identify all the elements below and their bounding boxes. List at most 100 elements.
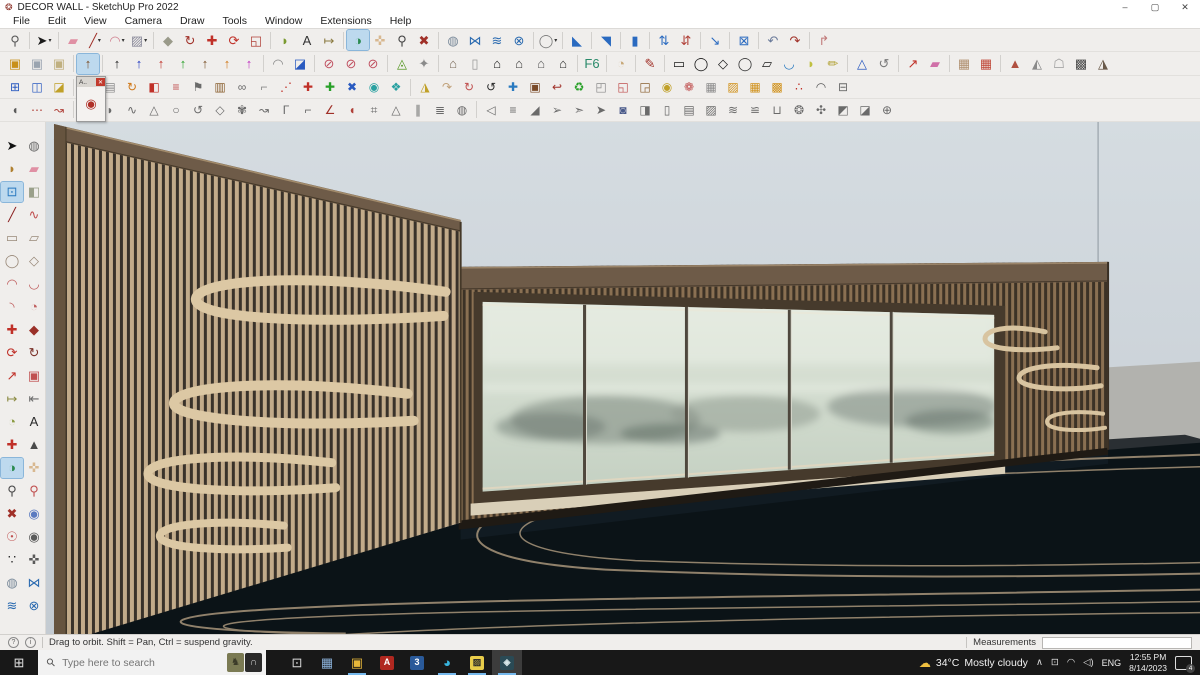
menu-tools[interactable]: Tools — [213, 15, 256, 27]
two-point-arc-tool[interactable]: ◡ — [23, 274, 45, 294]
position-camera[interactable]: ☉ — [1, 527, 23, 547]
jpp-extrude-x[interactable]: ↑ — [216, 54, 238, 74]
cube-rotate-brown[interactable]: ◲ — [634, 77, 656, 97]
dotted-curve-red[interactable]: ⋰ — [275, 77, 297, 97]
rotate-tool[interactable]: ⟳ — [223, 30, 245, 50]
tape-measure-tool[interactable]: ↦ — [1, 389, 23, 409]
draw-spiral[interactable]: ↺ — [873, 54, 895, 74]
eraser-tool[interactable]: ▰ — [23, 159, 45, 179]
louver-stack[interactable]: ≡ — [502, 100, 524, 120]
text-tool[interactable]: A — [296, 30, 318, 50]
viewport-3d-scene[interactable] — [46, 121, 1200, 635]
wood-crate[interactable]: ▥ — [209, 77, 231, 97]
jpp-normal-n[interactable]: ↑ — [194, 54, 216, 74]
door-panel[interactable]: ▯ — [656, 100, 678, 120]
draw-arc-blue[interactable]: ◡ — [778, 54, 800, 74]
push-pull-tool[interactable]: ◆ — [23, 320, 45, 340]
follow-me-tool[interactable]: ↻ — [23, 343, 45, 363]
ext-flip-right[interactable]: ◥ — [595, 30, 617, 50]
water-drop[interactable]: ◉ — [363, 77, 385, 97]
ext-redo-curve[interactable]: ↷ — [784, 30, 806, 50]
angle-tool[interactable]: ∠ — [319, 100, 341, 120]
teams-tray-icon[interactable]: ⊡ — [1051, 657, 1059, 668]
hatch-panel[interactable]: ▨ — [700, 100, 722, 120]
recycle-green[interactable]: ♻ — [568, 77, 590, 97]
fredo6-tools[interactable]: F6 — [581, 54, 603, 74]
pie-tool[interactable]: ◔ — [23, 297, 45, 317]
sticky-notes-app[interactable]: ▨ — [462, 650, 492, 675]
jpp-normal[interactable]: ↑ — [106, 54, 128, 74]
close-button[interactable]: ✕ — [1170, 0, 1200, 15]
cage-grid[interactable]: ⌗ — [363, 100, 385, 120]
taskbar-search[interactable]: ⚲ ♞ ∩ — [38, 650, 266, 675]
draw-rectangle[interactable]: ▭ — [668, 54, 690, 74]
walk-tool[interactable]: ∵ — [1, 550, 23, 570]
ext-undo-curve[interactable]: ↶ — [762, 30, 784, 50]
axes-tool[interactable]: ✚ — [1, 435, 23, 455]
section-outline-toggle[interactable]: ⊗ — [23, 596, 45, 616]
jpp-round[interactable]: ↑ — [150, 54, 172, 74]
loop-curve[interactable]: ↺ — [187, 100, 209, 120]
zigzag-panel[interactable]: ≋ — [722, 100, 744, 120]
sandbox-smoove[interactable]: ▲ — [1004, 54, 1026, 74]
wedge-left[interactable]: ◁ — [480, 100, 502, 120]
arc-tool[interactable]: ◠ — [1, 274, 23, 294]
search-input[interactable] — [62, 656, 181, 669]
corner-t[interactable]: ⌐ — [297, 100, 319, 120]
sandbox-from-contours[interactable]: ▦ — [953, 54, 975, 74]
jpp-vector[interactable]: ↑ — [172, 54, 194, 74]
u-channel[interactable]: ⊔ — [766, 100, 788, 120]
menu-edit[interactable]: Edit — [39, 15, 75, 27]
zoom-tool[interactable]: ⚲ — [391, 30, 413, 50]
corner-grid[interactable]: ⊟ — [832, 77, 854, 97]
disable-a[interactable]: ⊘ — [318, 54, 340, 74]
speech-shape[interactable]: ◖ — [4, 100, 26, 120]
notification-center-icon[interactable]: 4 — [1175, 655, 1195, 673]
arrow-wave[interactable]: ↝ — [253, 100, 275, 120]
orange-swirl[interactable]: ↻ — [121, 77, 143, 97]
zoom-window-tool[interactable]: ⚲ — [4, 30, 26, 50]
wood-bin[interactable]: ▣ — [524, 77, 546, 97]
pan-tool[interactable]: ✜ — [23, 458, 45, 478]
yellow-triangle[interactable]: ◮ — [414, 77, 436, 97]
minimize-button[interactable]: – — [1110, 0, 1140, 15]
maximize-button[interactable]: ▢ — [1140, 0, 1170, 15]
dotted-path-red[interactable]: ⋯ — [26, 100, 48, 120]
striped-fan-2[interactable]: ◪ — [854, 100, 876, 120]
freehand-tool[interactable]: ∿ — [23, 205, 45, 225]
line-tool[interactable]: ╱ — [1, 205, 23, 225]
jpp-joint[interactable]: ↑ — [128, 54, 150, 74]
sandbox-mesh-tri[interactable]: ◮ — [1092, 54, 1114, 74]
pipes-thin[interactable]: ∥ — [407, 100, 429, 120]
striped-wedge[interactable]: ◨ — [634, 100, 656, 120]
curviloft-surface[interactable]: ◠ — [267, 54, 289, 74]
headphones-thumb[interactable]: ∩ — [245, 653, 262, 673]
rectangle-tool[interactable]: ▨ ▾ — [128, 30, 150, 50]
taskbar-clock[interactable]: 12:55 PM 8/14/2023 — [1129, 652, 1167, 672]
dimension-tool[interactable]: ⇤ — [23, 389, 45, 409]
scale-tool[interactable]: ◱ — [245, 30, 267, 50]
draw-circle[interactable]: ◯ — [690, 54, 712, 74]
menu-camera[interactable]: Camera — [116, 15, 171, 27]
house-solid[interactable]: ⌂ — [486, 54, 508, 74]
move-tool[interactable]: ✚ — [1, 320, 23, 340]
zoom-extents-tool[interactable]: ✖ — [413, 30, 435, 50]
edge-app[interactable]: ◕ — [432, 650, 462, 675]
layer-blue[interactable]: ◫ — [26, 77, 48, 97]
house-outline[interactable]: ⌂ — [530, 54, 552, 74]
language-indicator[interactable]: ENG — [1102, 658, 1122, 668]
louver-curve[interactable]: ≌ — [744, 100, 766, 120]
autocad-app[interactable]: A — [372, 650, 402, 675]
text-tool[interactable]: A — [23, 412, 45, 432]
menu-draw[interactable]: Draw — [171, 15, 214, 27]
sandbox-mesh-dark[interactable]: ▩ — [1070, 54, 1092, 74]
zoom-window-tool[interactable]: ⚲ — [23, 481, 45, 501]
ext-solid-bar[interactable]: ▮ — [624, 30, 646, 50]
crescent-red[interactable]: ◖ — [341, 100, 363, 120]
disable-b[interactable]: ⊘ — [340, 54, 362, 74]
rotated-rectangle-tool[interactable]: ▱ — [23, 228, 45, 248]
blue-arrows-cross[interactable]: ✚ — [502, 77, 524, 97]
start-button[interactable]: ⊞ — [0, 650, 38, 675]
file-explorer-app[interactable]: ▣ — [342, 650, 372, 675]
display-section-fills[interactable]: ≋ — [486, 30, 508, 50]
